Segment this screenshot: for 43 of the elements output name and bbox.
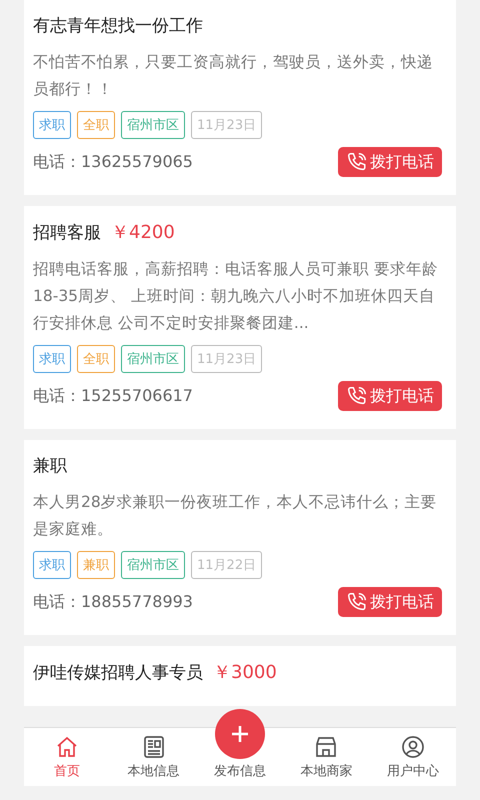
listing-title: 有志青年想找一份工作 bbox=[33, 15, 203, 37]
tag: 求职 bbox=[33, 111, 71, 139]
listing-description: 招聘电话客服，高薪招聘：电话客服人员可兼职 要求年龄18-35周岁、 上班时间：朝九晚六八小时不加班休四天自行安排休息 公司不定时安排聚餐团建... bbox=[33, 259, 439, 334]
home-icon bbox=[55, 735, 80, 759]
listing-title: 兼职 bbox=[33, 455, 67, 477]
listing-title: 招聘客服 bbox=[33, 222, 101, 244]
tag: 求职 bbox=[33, 551, 71, 579]
tag: 全职 bbox=[77, 345, 115, 373]
newspaper-icon bbox=[142, 735, 166, 759]
tag: 兼职 bbox=[77, 551, 115, 579]
phone-icon bbox=[346, 151, 368, 173]
listing-description: 不怕苦不怕累，只要工资高就行，驾驶员，送外卖，快递员都行！！ bbox=[33, 52, 434, 100]
listing-title: 伊哇传媒招聘人事专员 bbox=[33, 662, 203, 684]
listing-card[interactable]: 兼职 本人男28岁求兼职一份夜班工作，本人不忌讳什么；主要是家庭难。 求职 兼职 宿州市区 11月22日 电话：18855778993 拨打电话 bbox=[24, 440, 456, 635]
phone-number: 电话：18855778993 bbox=[33, 592, 193, 612]
tab-bar-item[interactable]: 用户中心 bbox=[370, 728, 456, 786]
call-button[interactable]: 拨打电话 bbox=[338, 147, 442, 177]
tag: 求职 bbox=[33, 345, 71, 373]
tag: 11月23日 bbox=[191, 345, 262, 373]
tab-bar-item[interactable]: 本地商家 bbox=[283, 728, 370, 786]
tab-bar-item[interactable]: 发布信息 bbox=[196, 706, 284, 786]
tag: 宿州市区 bbox=[121, 551, 185, 579]
call-button[interactable]: 拨打电话 bbox=[338, 587, 442, 617]
salary: ￥4200 bbox=[111, 221, 175, 244]
tab-bar-item[interactable]: 本地信息 bbox=[110, 728, 197, 786]
phone-icon bbox=[346, 385, 368, 407]
tag: 全职 bbox=[77, 111, 115, 139]
tag: 11月23日 bbox=[191, 111, 262, 139]
listing-card[interactable]: 伊哇传媒招聘人事专员 ￥3000 bbox=[24, 646, 456, 706]
phone-icon bbox=[346, 591, 368, 613]
listing-description: 本人男28岁求兼职一份夜班工作，本人不忌讳什么；主要是家庭难。 bbox=[33, 492, 438, 540]
listing-card[interactable]: 有志青年想找一份工作 不怕苦不怕累，只要工资高就行，驾驶员，送外卖，快递员都行！！ 求职 全职 宿州市区 11月23日 电话：13625579065 拨打电话 bbox=[24, 0, 456, 195]
phone-number: 电话：13625579065 bbox=[33, 152, 193, 172]
call-button[interactable]: 拨打电话 bbox=[338, 381, 442, 411]
salary: ￥3000 bbox=[213, 661, 277, 684]
tag: 11月22日 bbox=[191, 551, 262, 579]
listing-card[interactable]: 招聘客服 ￥4200 招聘电话客服，高薪招聘：电话客服人员可兼职 要求年龄18-35周岁、 上班时间：朝九晚六八小时不加班休四天自行安排休息 公司不定时安排聚餐团建... 求职 全职 宿州市区 11月23日 电话：15255706617 拨打电话 bbox=[24, 206, 456, 429]
phone-number: 电话：15255706617 bbox=[33, 386, 193, 406]
shop-icon bbox=[314, 735, 338, 759]
tag: 宿州市区 bbox=[121, 345, 185, 373]
user-icon bbox=[400, 735, 425, 759]
tag: 宿州市区 bbox=[121, 111, 185, 139]
tab-bar-item[interactable]: 首页 bbox=[24, 728, 110, 786]
